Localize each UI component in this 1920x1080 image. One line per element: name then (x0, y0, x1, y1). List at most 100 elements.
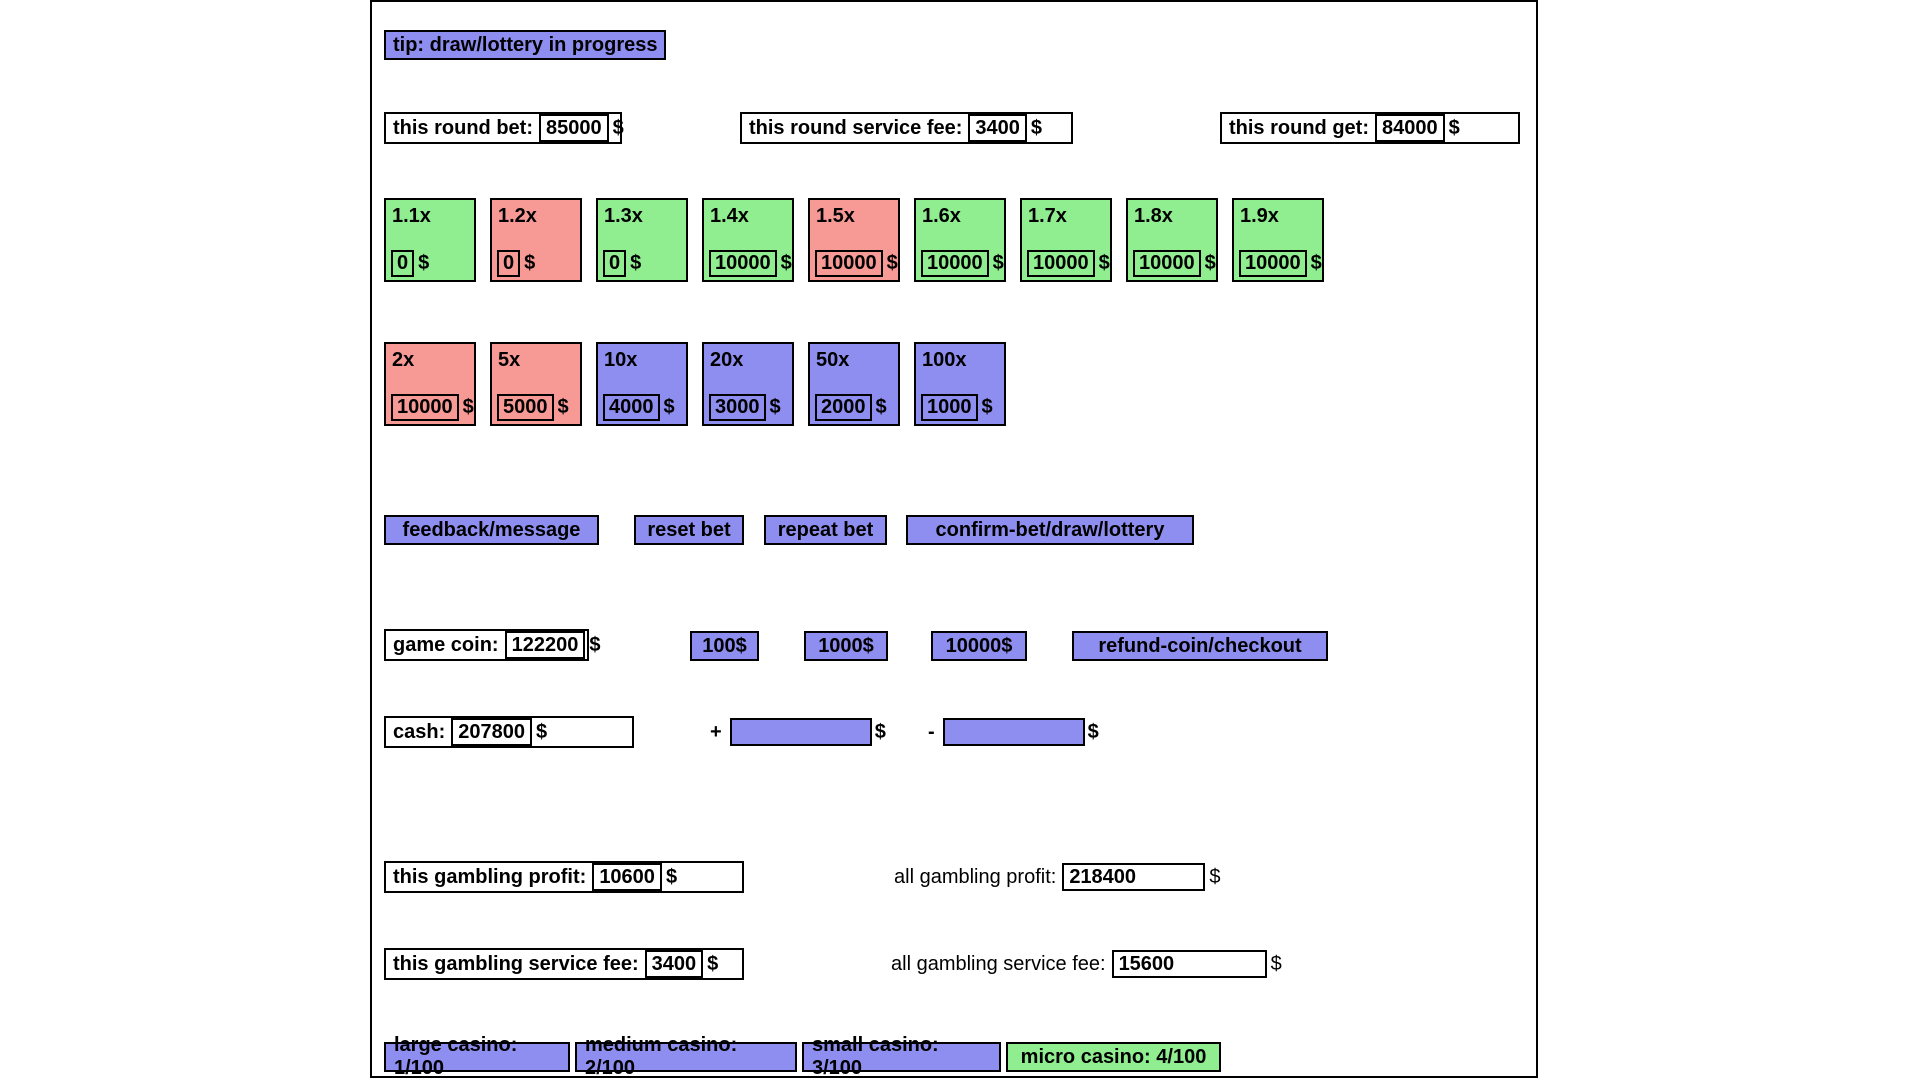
this-round-bet-label: this round bet: (393, 117, 533, 139)
multiplier-tile-1.2x[interactable]: 1.2x 0 $ (490, 198, 582, 282)
buy-coin-100-button[interactable]: 100$ (690, 631, 759, 661)
feedback-message-button[interactable]: feedback/message (384, 515, 599, 545)
bet-amount-input[interactable]: 0 (391, 250, 415, 277)
all-gambling-profit-value: 218400 (1062, 863, 1206, 891)
multiplier-tile-20x[interactable]: 20x 3000 $ (702, 342, 794, 426)
bet-amount-currency: $ (524, 252, 536, 274)
casino-button-3[interactable]: small casino: 3/100 (802, 1034, 1001, 1079)
bet-amount-group: 4000 $ (603, 394, 675, 421)
this-gambling-service-fee-field: this gambling service fee: 3400 $ (384, 948, 744, 980)
all-gambling-profit-label: all gambling profit: (894, 866, 1057, 888)
this-round-service-fee-label: this round service fee: (749, 117, 963, 139)
all-gambling-service-fee-field: all gambling service fee: 15600 $ (884, 948, 1288, 980)
bet-amount-group: 2000 $ (815, 394, 887, 421)
bet-amount-input[interactable]: 0 (497, 250, 521, 277)
reset-bet-button[interactable]: reset bet (634, 515, 744, 545)
bet-amount-group: 10000 $ (709, 250, 792, 277)
bet-amount-input[interactable]: 10000 (1239, 250, 1307, 277)
bet-amount-group: 10000 $ (1239, 250, 1322, 277)
bet-amount-input[interactable]: 1000 (921, 394, 978, 421)
cash-field: cash: 207800 $ (384, 716, 634, 748)
multiplier-label: 10x (604, 349, 638, 371)
bet-amount-currency: $ (1098, 252, 1110, 274)
this-gambling-profit-label: this gambling profit: (393, 866, 587, 888)
cash-value: 207800 (451, 718, 532, 746)
bet-amount-group: 1000 $ (921, 394, 993, 421)
multiplier-label: 1.5x (816, 205, 855, 227)
multiplier-tile-1.8x[interactable]: 1.8x 10000 $ (1126, 198, 1218, 282)
multiplier-tile-5x[interactable]: 5x 5000 $ (490, 342, 582, 426)
bet-amount-currency: $ (1310, 252, 1322, 274)
this-round-bet-value: 85000 (538, 114, 609, 142)
bet-amount-group: 10000 $ (815, 250, 898, 277)
repeat-bet-button[interactable]: repeat bet (764, 515, 887, 545)
this-round-bet-currency: $ (612, 117, 624, 139)
bet-amount-input[interactable]: 5000 (497, 394, 554, 421)
multiplier-tile-1.9x[interactable]: 1.9x 10000 $ (1232, 198, 1324, 282)
bet-amount-input[interactable]: 4000 (603, 394, 660, 421)
this-gambling-profit-currency: $ (665, 866, 678, 888)
multiplier-tile-1.3x[interactable]: 1.3x 0 $ (596, 198, 688, 282)
this-round-service-fee-value: 3400 (968, 114, 1027, 142)
multiplier-label: 2x (392, 349, 415, 371)
multiplier-tile-100x[interactable]: 100x 1000 $ (914, 342, 1006, 426)
all-gambling-profit-currency: $ (1209, 866, 1221, 888)
bet-amount-input[interactable]: 0 (603, 250, 627, 277)
bet-amount-input[interactable]: 10000 (709, 250, 777, 277)
bet-amount-group: 0 $ (497, 250, 535, 277)
all-gambling-service-fee-value: 15600 (1111, 950, 1267, 978)
multiplier-tile-10x[interactable]: 10x 4000 $ (596, 342, 688, 426)
multiplier-tile-1.6x[interactable]: 1.6x 10000 $ (914, 198, 1006, 282)
multiplier-label: 1.1x (392, 205, 431, 227)
cash-withdraw-currency: $ (1087, 720, 1099, 743)
bet-amount-input[interactable]: 3000 (709, 394, 766, 421)
buy-coin-1000-button[interactable]: 1000$ (804, 631, 888, 661)
all-gambling-service-fee-label: all gambling service fee: (891, 953, 1106, 975)
multiplier-label: 1.3x (604, 205, 643, 227)
multiplier-tile-1.1x[interactable]: 1.1x 0 $ (384, 198, 476, 282)
casino-button-2[interactable]: medium casino: 2/100 (575, 1034, 797, 1079)
bet-amount-input[interactable]: 10000 (391, 394, 459, 421)
multiplier-tile-50x[interactable]: 50x 2000 $ (808, 342, 900, 426)
buy-coin-10000-button[interactable]: 10000$ (931, 631, 1027, 661)
bet-amount-group: 10000 $ (391, 394, 474, 421)
this-round-service-fee-field: this round service fee: 3400 $ (740, 112, 1073, 144)
game-coin-label: game coin: (393, 634, 499, 656)
casino-game-panel: tip: draw/lottery in progress this round… (370, 0, 1538, 1079)
casino-button-4[interactable]: micro casino: 4/100 (1006, 1042, 1221, 1072)
all-gambling-profit-field: all gambling profit: 218400 $ (887, 861, 1226, 893)
this-gambling-service-fee-currency: $ (707, 953, 719, 975)
this-round-get-label: this round get: (1229, 117, 1369, 139)
cash-label: cash: (393, 721, 446, 743)
bet-amount-currency: $ (557, 396, 569, 418)
bet-amount-group: 10000 $ (1027, 250, 1110, 277)
bet-amount-group: 10000 $ (921, 250, 1004, 277)
cash-deposit-input[interactable] (729, 718, 872, 746)
confirm-bet-draw-lottery-button[interactable]: confirm-bet/draw/lottery (906, 515, 1194, 545)
casino-button-1[interactable]: large casino: 1/100 (384, 1034, 570, 1079)
bet-amount-input[interactable]: 2000 (815, 394, 872, 421)
this-round-get-value: 84000 (1374, 114, 1445, 142)
multiplier-tile-1.7x[interactable]: 1.7x 10000 $ (1020, 198, 1112, 282)
bet-amount-currency: $ (992, 252, 1004, 274)
multiplier-tile-1.5x[interactable]: 1.5x 10000 $ (808, 198, 900, 282)
refund-coin-checkout-button[interactable]: refund-coin/checkout (1072, 631, 1328, 661)
bet-amount-input[interactable]: 10000 (1133, 250, 1201, 277)
all-gambling-service-fee-currency: $ (1270, 953, 1282, 975)
cash-withdraw-input[interactable] (942, 718, 1085, 746)
multiplier-label: 1.9x (1240, 205, 1279, 227)
this-round-service-fee-currency: $ (1030, 117, 1043, 139)
cash-currency: $ (536, 721, 548, 743)
bet-amount-input[interactable]: 10000 (815, 250, 883, 277)
multiplier-tile-2x[interactable]: 2x 10000 $ (384, 342, 476, 426)
game-coin-value: 122200 (504, 631, 586, 659)
minus-sign-icon: - (928, 720, 935, 743)
multiplier-tile-1.4x[interactable]: 1.4x 10000 $ (702, 198, 794, 282)
bet-amount-input[interactable]: 10000 (1027, 250, 1095, 277)
cash-deposit-currency: $ (874, 720, 886, 743)
this-round-get-field: this round get: 84000 $ (1220, 112, 1520, 144)
this-gambling-profit-field: this gambling profit: 10600 $ (384, 861, 744, 893)
bet-amount-currency: $ (462, 396, 474, 418)
bet-amount-input[interactable]: 10000 (921, 250, 989, 277)
bet-amount-currency: $ (780, 252, 792, 274)
